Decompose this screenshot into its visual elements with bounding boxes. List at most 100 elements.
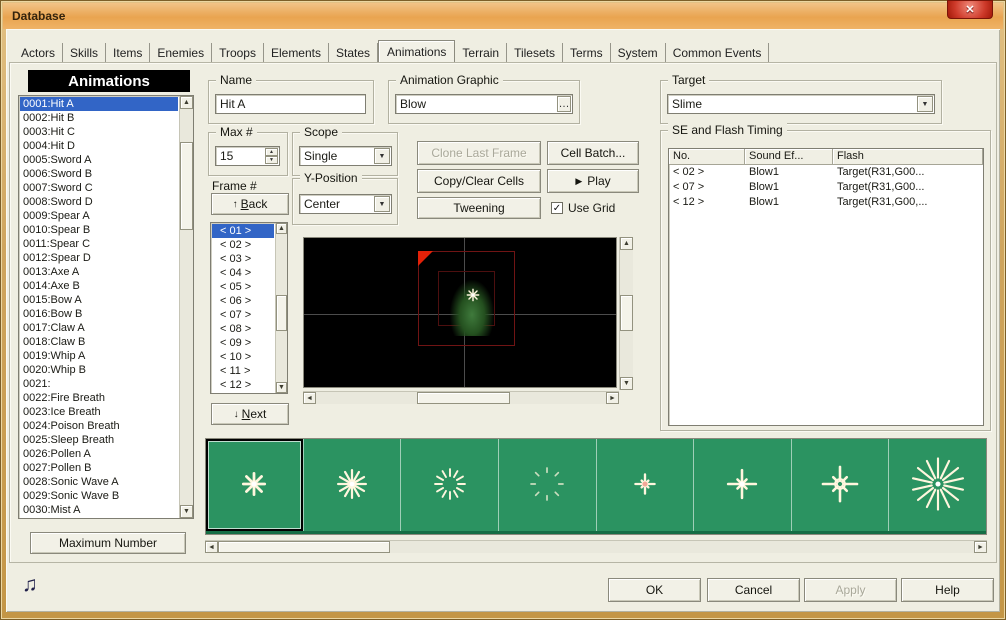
tab-elements[interactable]: Elements: [264, 43, 329, 62]
se-flash-row[interactable]: < 07 >Blow1Target(R31,G00...: [669, 180, 983, 195]
chevron-down-icon[interactable]: ▼: [374, 196, 390, 212]
scroll-thumb[interactable]: [620, 295, 633, 331]
copy-clear-cells-button[interactable]: Copy/Clear Cells: [417, 169, 541, 193]
scroll-thumb[interactable]: [276, 295, 287, 331]
animation-list-item[interactable]: 0013:Axe A: [20, 265, 178, 279]
animation-list-item[interactable]: 0010:Spear B: [20, 223, 178, 237]
tab-common-events[interactable]: Common Events: [666, 43, 770, 62]
tab-items[interactable]: Items: [106, 43, 150, 62]
frame-cell-1[interactable]: [206, 439, 303, 531]
tab-actors[interactable]: Actors: [14, 43, 63, 62]
use-grid-checkbox[interactable]: ✓ Use Grid: [551, 201, 615, 215]
animation-list-item[interactable]: 0016:Bow B: [20, 307, 178, 321]
back-button[interactable]: ↑ Back: [211, 193, 289, 215]
animation-graphic-input[interactable]: Blow …: [395, 94, 573, 114]
animation-list-item[interactable]: 0012:Spear D: [20, 251, 178, 265]
frame-list-item[interactable]: < 10 >: [212, 350, 274, 364]
frame-list-item[interactable]: < 04 >: [212, 266, 274, 280]
spinner-buttons[interactable]: ▲ ▼: [265, 148, 278, 164]
cancel-button[interactable]: Cancel: [707, 578, 800, 602]
spin-down-icon[interactable]: ▼: [265, 156, 278, 164]
tab-enemies[interactable]: Enemies: [150, 43, 212, 62]
y-position-select[interactable]: Center ▼: [299, 194, 392, 214]
column-sound-effect[interactable]: Sound Ef...: [745, 149, 833, 165]
column-flash[interactable]: Flash: [833, 149, 983, 165]
name-input[interactable]: Hit A: [215, 94, 366, 114]
next-button[interactable]: ↓ Next: [211, 403, 289, 425]
animation-list-item[interactable]: 0011:Spear C: [20, 237, 178, 251]
tab-system[interactable]: System: [611, 43, 666, 62]
scroll-down-icon[interactable]: ▼: [276, 382, 287, 393]
tab-skills[interactable]: Skills: [63, 43, 106, 62]
animation-list-item[interactable]: 0014:Axe B: [20, 279, 178, 293]
scope-select[interactable]: Single ▼: [299, 146, 392, 166]
ok-button[interactable]: OK: [608, 578, 701, 602]
scroll-thumb[interactable]: [417, 392, 510, 404]
animation-list-item[interactable]: 0025:Sleep Breath: [20, 433, 178, 447]
animation-list-item[interactable]: 0018:Claw B: [20, 335, 178, 349]
animation-list-item[interactable]: 0024:Poison Breath: [20, 419, 178, 433]
animations-listbox[interactable]: 0001:Hit A0002:Hit B0003:Hit C0004:Hit D…: [18, 95, 194, 519]
play-button[interactable]: ▶ Play: [547, 169, 639, 193]
chevron-down-icon[interactable]: ▼: [374, 148, 390, 164]
animation-list-item[interactable]: 0023:Ice Breath: [20, 405, 178, 419]
target-select[interactable]: Slime ▼: [667, 94, 935, 114]
animation-list-item[interactable]: 0003:Hit C: [20, 125, 178, 139]
animation-list-item[interactable]: 0022:Fire Breath: [20, 391, 178, 405]
frame-listbox[interactable]: < 01 >< 02 >< 03 >< 04 >< 05 >< 06 >< 07…: [210, 222, 288, 394]
scroll-thumb[interactable]: [180, 142, 193, 230]
tab-states[interactable]: States: [329, 43, 378, 62]
clone-last-frame-button[interactable]: Clone Last Frame: [417, 141, 541, 165]
frame-cell-2[interactable]: [303, 439, 401, 531]
scroll-down-icon[interactable]: ▼: [620, 377, 633, 390]
scroll-right-icon[interactable]: ►: [606, 392, 619, 404]
se-flash-table[interactable]: No. Sound Ef... Flash < 02 >Blow1Target(…: [668, 148, 984, 426]
animation-list-item[interactable]: 0020:Whip B: [20, 363, 178, 377]
scroll-right-icon[interactable]: ►: [974, 541, 987, 553]
animation-list-item[interactable]: 0017:Claw A: [20, 321, 178, 335]
frame-list-item[interactable]: < 11 >: [212, 364, 274, 378]
max-stepper[interactable]: 15 ▲ ▼: [215, 146, 280, 166]
tab-terrain[interactable]: Terrain: [455, 43, 507, 62]
frame-list-item[interactable]: < 03 >: [212, 252, 274, 266]
scroll-left-icon[interactable]: ◄: [205, 541, 218, 553]
frame-list-item[interactable]: < 09 >: [212, 336, 274, 350]
animation-list-item[interactable]: 0029:Sonic Wave B: [20, 489, 178, 503]
animation-list-item[interactable]: 0028:Sonic Wave A: [20, 475, 178, 489]
scroll-thumb[interactable]: [218, 541, 390, 553]
animation-list-item[interactable]: 0015:Bow A: [20, 293, 178, 307]
frame-list-scrollbar[interactable]: ▲ ▼: [275, 223, 287, 393]
scroll-up-icon[interactable]: ▲: [620, 237, 633, 250]
maximum-number-button[interactable]: Maximum Number: [30, 532, 186, 554]
se-flash-row[interactable]: < 12 >Blow1Target(R31,G00,...: [669, 195, 983, 210]
frame-cell-6[interactable]: [693, 439, 791, 531]
scroll-left-icon[interactable]: ◄: [303, 392, 316, 404]
spin-up-icon[interactable]: ▲: [265, 148, 278, 156]
tweening-button[interactable]: Tweening: [417, 197, 541, 219]
scroll-down-icon[interactable]: ▼: [180, 505, 193, 518]
frame-list-item[interactable]: < 12 >: [212, 378, 274, 392]
title-bar[interactable]: Database: [3, 3, 1003, 29]
frame-list-item[interactable]: < 06 >: [212, 294, 274, 308]
frame-cell-8[interactable]: [888, 439, 986, 531]
se-flash-row[interactable]: < 02 >Blow1Target(R31,G00...: [669, 165, 983, 180]
animation-list-item[interactable]: 0007:Sword C: [20, 181, 178, 195]
tab-tilesets[interactable]: Tilesets: [507, 43, 563, 62]
tab-troops[interactable]: Troops: [212, 43, 264, 62]
animation-list-item[interactable]: 0021:: [20, 377, 178, 391]
close-button[interactable]: ✕: [947, 0, 993, 19]
scroll-up-icon[interactable]: ▲: [276, 223, 287, 234]
scroll-up-icon[interactable]: ▲: [180, 96, 193, 109]
apply-button[interactable]: Apply: [804, 578, 897, 602]
frame-list-item[interactable]: < 02 >: [212, 238, 274, 252]
canvas-hscroll[interactable]: ◄ ►: [303, 391, 619, 404]
cell-batch-button[interactable]: Cell Batch...: [547, 141, 639, 165]
animation-list-item[interactable]: 0030:Mist A: [20, 503, 178, 517]
animation-preview-canvas[interactable]: [303, 237, 617, 388]
frame-list-item[interactable]: < 08 >: [212, 322, 274, 336]
animation-list-item[interactable]: 0005:Sword A: [20, 153, 178, 167]
frame-list-item[interactable]: < 05 >: [212, 280, 274, 294]
animation-list-item[interactable]: 0004:Hit D: [20, 139, 178, 153]
help-button[interactable]: Help: [901, 578, 994, 602]
tab-terms[interactable]: Terms: [563, 43, 611, 62]
